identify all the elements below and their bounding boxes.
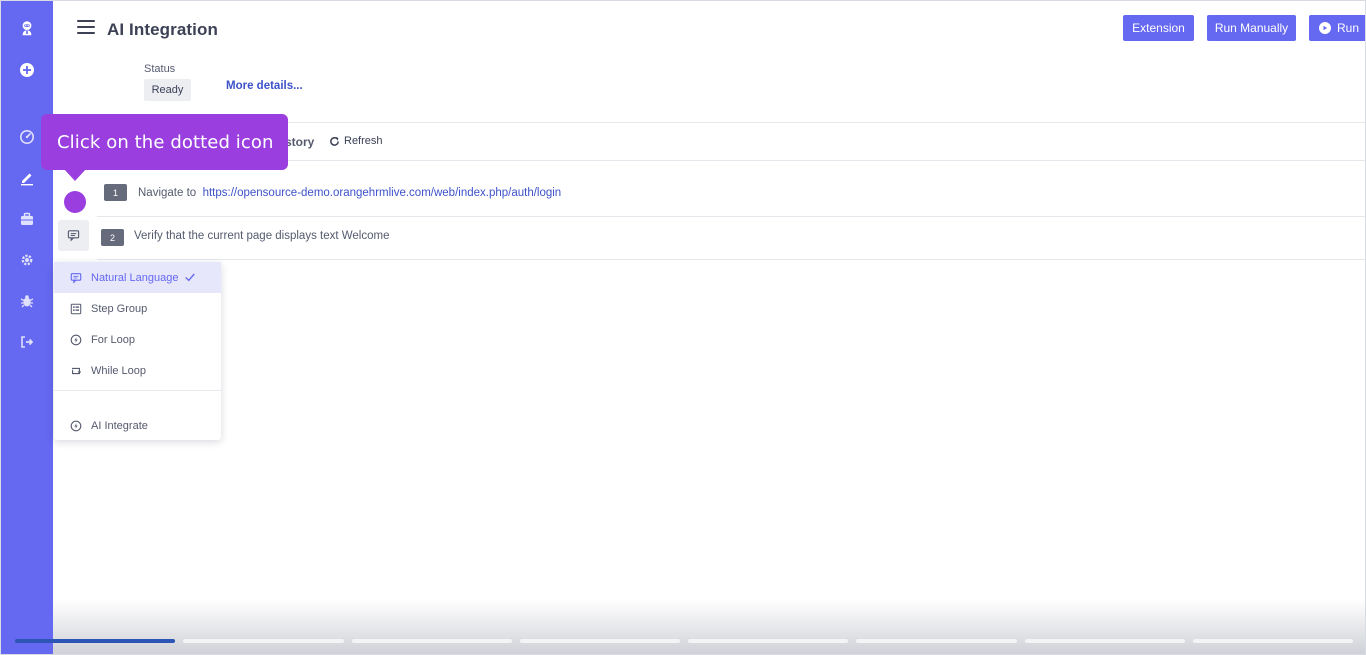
play-icon: [1319, 22, 1331, 34]
progress-segment: [1192, 639, 1353, 643]
step-action: Navigate to: [138, 187, 197, 199]
step-url-link[interactable]: https://opensource-demo.orangehrmlive.co…: [203, 187, 562, 199]
bolt-circle-icon: [70, 420, 82, 431]
progress-segment: [688, 639, 849, 643]
run-manually-button[interactable]: Run Manually: [1207, 15, 1296, 41]
loop-icon: [72, 367, 82, 374]
chat-icon: [70, 272, 82, 284]
app-window: AI Integration Extension Run Manually Ru…: [0, 0, 1366, 655]
guide-tooltip: Click on the dotted icon: [41, 114, 288, 170]
tooltip-arrow: [64, 169, 86, 181]
run-button[interactable]: Run: [1309, 15, 1365, 41]
menu-item-step-group[interactable]: Step Group: [54, 293, 221, 324]
tab-history[interactable]: story: [285, 135, 314, 149]
status-label: Status: [144, 63, 176, 75]
add-circle-icon[interactable]: [17, 60, 37, 80]
page-title: AI Integration: [107, 20, 218, 39]
divider: [97, 216, 1365, 217]
robot-logo-icon[interactable]: [16, 17, 38, 39]
progress-segment: [519, 639, 680, 643]
briefcase-icon[interactable]: [17, 209, 37, 229]
bottom-overlay: [53, 599, 1365, 654]
settings-gear-icon[interactable]: [17, 250, 37, 270]
refresh-label: Refresh: [344, 135, 383, 147]
list-box-icon: [70, 303, 82, 314]
run-button-label: Run: [1337, 21, 1360, 35]
edit-pen-icon[interactable]: [17, 168, 37, 188]
progress-segment: [1024, 639, 1185, 643]
status-badge: Ready: [144, 79, 191, 101]
menu-item-for-loop[interactable]: For Loop: [54, 324, 221, 355]
sidebar: [1, 1, 53, 654]
step-row[interactable]: Navigate to https://opensource-demo.oran…: [138, 187, 561, 199]
refresh-button[interactable]: Refresh: [329, 135, 383, 147]
dotted-icon-marker[interactable]: [64, 191, 86, 213]
hamburger-menu-icon[interactable]: [77, 20, 95, 34]
menu-item-natural-language[interactable]: Natural Language: [54, 262, 221, 293]
progress-segment: [15, 639, 176, 643]
step-number: 2: [101, 229, 124, 246]
chat-icon: [67, 230, 80, 242]
menu-divider: [54, 390, 221, 391]
menu-item-label: Step Group: [91, 302, 148, 315]
menu-item-while-loop[interactable]: While Loop: [54, 355, 221, 386]
divider: [97, 259, 1365, 260]
menu-item-label: While Loop: [91, 364, 147, 377]
more-details-link[interactable]: More details...: [226, 80, 303, 92]
step-type-button[interactable]: [58, 220, 89, 251]
step-text[interactable]: Verify that the current page displays te…: [134, 230, 389, 242]
bug-icon[interactable]: [17, 291, 37, 311]
menu-item-label: For Loop: [91, 333, 136, 346]
menu-item-label: Natural Language: [91, 271, 179, 284]
progress-segment: [351, 639, 512, 643]
menu-item-label: AI Integrate: [91, 419, 148, 432]
bolt-circle-icon: [70, 334, 82, 345]
refresh-icon: [330, 136, 339, 146]
extension-button[interactable]: Extension: [1123, 15, 1194, 41]
progress-segment: [183, 639, 344, 643]
progress-segment: [856, 639, 1017, 643]
check-icon: [185, 273, 195, 282]
step-type-dropdown: Natural Language Step Group For Loop Whi…: [54, 262, 221, 440]
step-number: 1: [104, 184, 127, 201]
dashboard-gauge-icon[interactable]: [17, 127, 37, 147]
logout-icon[interactable]: [17, 332, 37, 352]
menu-item-ai-integrate[interactable]: AI Integrate: [54, 410, 221, 441]
